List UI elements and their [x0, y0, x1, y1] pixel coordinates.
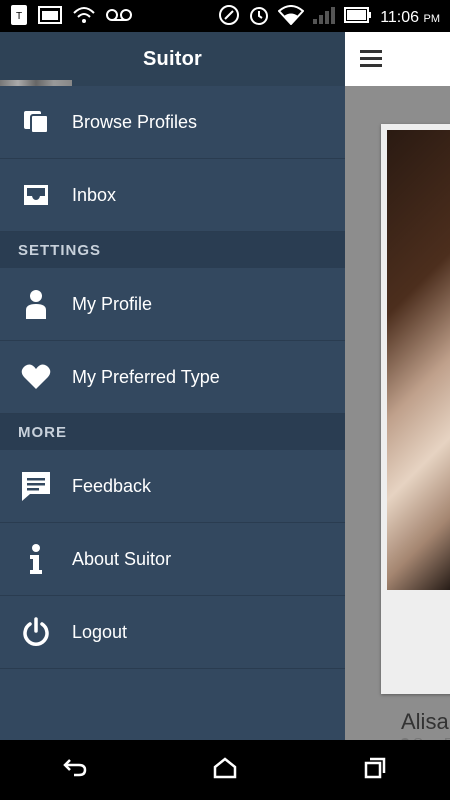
section-header-settings: SETTINGS [0, 232, 345, 268]
back-icon [62, 758, 88, 783]
svg-text:T: T [16, 11, 22, 22]
menu-item-label: Feedback [72, 475, 152, 496]
chat-icon [0, 470, 72, 502]
drawer-header: Suitor [0, 32, 345, 86]
inbox-icon [0, 183, 72, 207]
app-toolbar [345, 32, 450, 86]
info-icon [0, 544, 72, 574]
power-icon [0, 617, 72, 647]
menu-item-label: My Profile [72, 293, 153, 314]
battery-icon [344, 7, 372, 28]
main-content: Alisa San F [345, 32, 450, 752]
navigation-drawer: Suitor Browse Profiles Inbox SETTINGS My… [0, 32, 345, 740]
carrier-icon: T [10, 4, 28, 31]
menu-item-logout[interactable]: Logout [0, 596, 345, 669]
status-bar: T 11:06 PM [0, 0, 450, 32]
clock: 11:06 PM [380, 9, 440, 27]
menu-item-label: Logout [72, 621, 128, 642]
menu-item-browse-profiles[interactable]: Browse Profiles [0, 86, 345, 159]
menu-item-label: Browse Profiles [72, 111, 198, 132]
wifi-icon [277, 5, 305, 30]
home-button[interactable] [195, 750, 255, 790]
section-header-more: MORE [0, 414, 345, 450]
recents-icon [364, 757, 386, 784]
home-icon [213, 756, 237, 784]
image-icon [38, 6, 62, 29]
menu-item-label: Inbox [72, 184, 117, 205]
signal-icon [312, 5, 336, 30]
profile-card[interactable]: Alisa San F [381, 124, 450, 752]
wifi-call-icon [72, 5, 96, 30]
alarm-icon [248, 4, 270, 31]
person-icon [0, 289, 72, 319]
menu-item-my-preferred-type[interactable]: My Preferred Type [0, 341, 345, 414]
status-right-icons: 11:06 PM [218, 4, 440, 31]
menu-item-my-profile[interactable]: My Profile [0, 268, 345, 341]
voicemail-icon [106, 8, 132, 27]
heart-icon [0, 364, 72, 390]
back-button[interactable] [45, 750, 105, 790]
menu-item-label: My Preferred Type [72, 366, 220, 387]
menu-item-feedback[interactable]: Feedback [0, 450, 345, 523]
ampm-text: PM [423, 12, 441, 25]
profile-name: Alisa [401, 709, 449, 734]
nfc-icon [218, 4, 240, 31]
menu-item-about-suitor[interactable]: About Suitor [0, 523, 345, 596]
cards-icon [0, 108, 72, 136]
drawer-title: Suitor [143, 47, 202, 70]
menu-item-inbox[interactable]: Inbox [0, 159, 345, 232]
menu-item-label: About Suitor [72, 548, 172, 569]
status-left-icons: T [10, 4, 132, 31]
time-text: 11:06 [380, 8, 420, 26]
system-navigation-bar [0, 740, 450, 800]
recents-button[interactable] [345, 750, 405, 790]
profile-photo [387, 130, 450, 590]
hamburger-menu-icon[interactable] [360, 50, 382, 68]
